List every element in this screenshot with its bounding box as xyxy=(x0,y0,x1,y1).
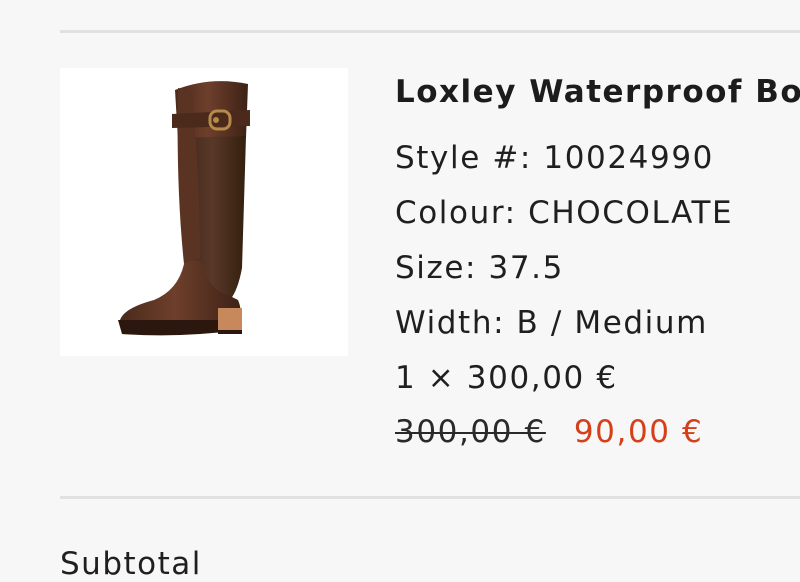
price-row: 300,00 € 90,00 € xyxy=(395,414,703,450)
product-details: Loxley Waterproof Boot Style #: 10024990… xyxy=(395,0,800,496)
product-image[interactable] xyxy=(60,68,348,356)
colour-value: Colour: CHOCOLATE xyxy=(395,195,734,231)
width-value: Width: B / Medium xyxy=(395,305,708,341)
style-number: Style #: 10024990 xyxy=(395,140,714,176)
quantity-price: 1 × 300,00 € xyxy=(395,360,618,396)
subtotal-label: Subtotal xyxy=(60,546,202,582)
product-title[interactable]: Loxley Waterproof Boot xyxy=(395,74,800,110)
bottom-divider xyxy=(60,496,800,499)
boot-icon xyxy=(118,81,250,336)
size-value: Size: 37.5 xyxy=(395,250,564,286)
sale-price: 90,00 € xyxy=(573,414,704,450)
original-price: 300,00 € xyxy=(395,414,546,450)
